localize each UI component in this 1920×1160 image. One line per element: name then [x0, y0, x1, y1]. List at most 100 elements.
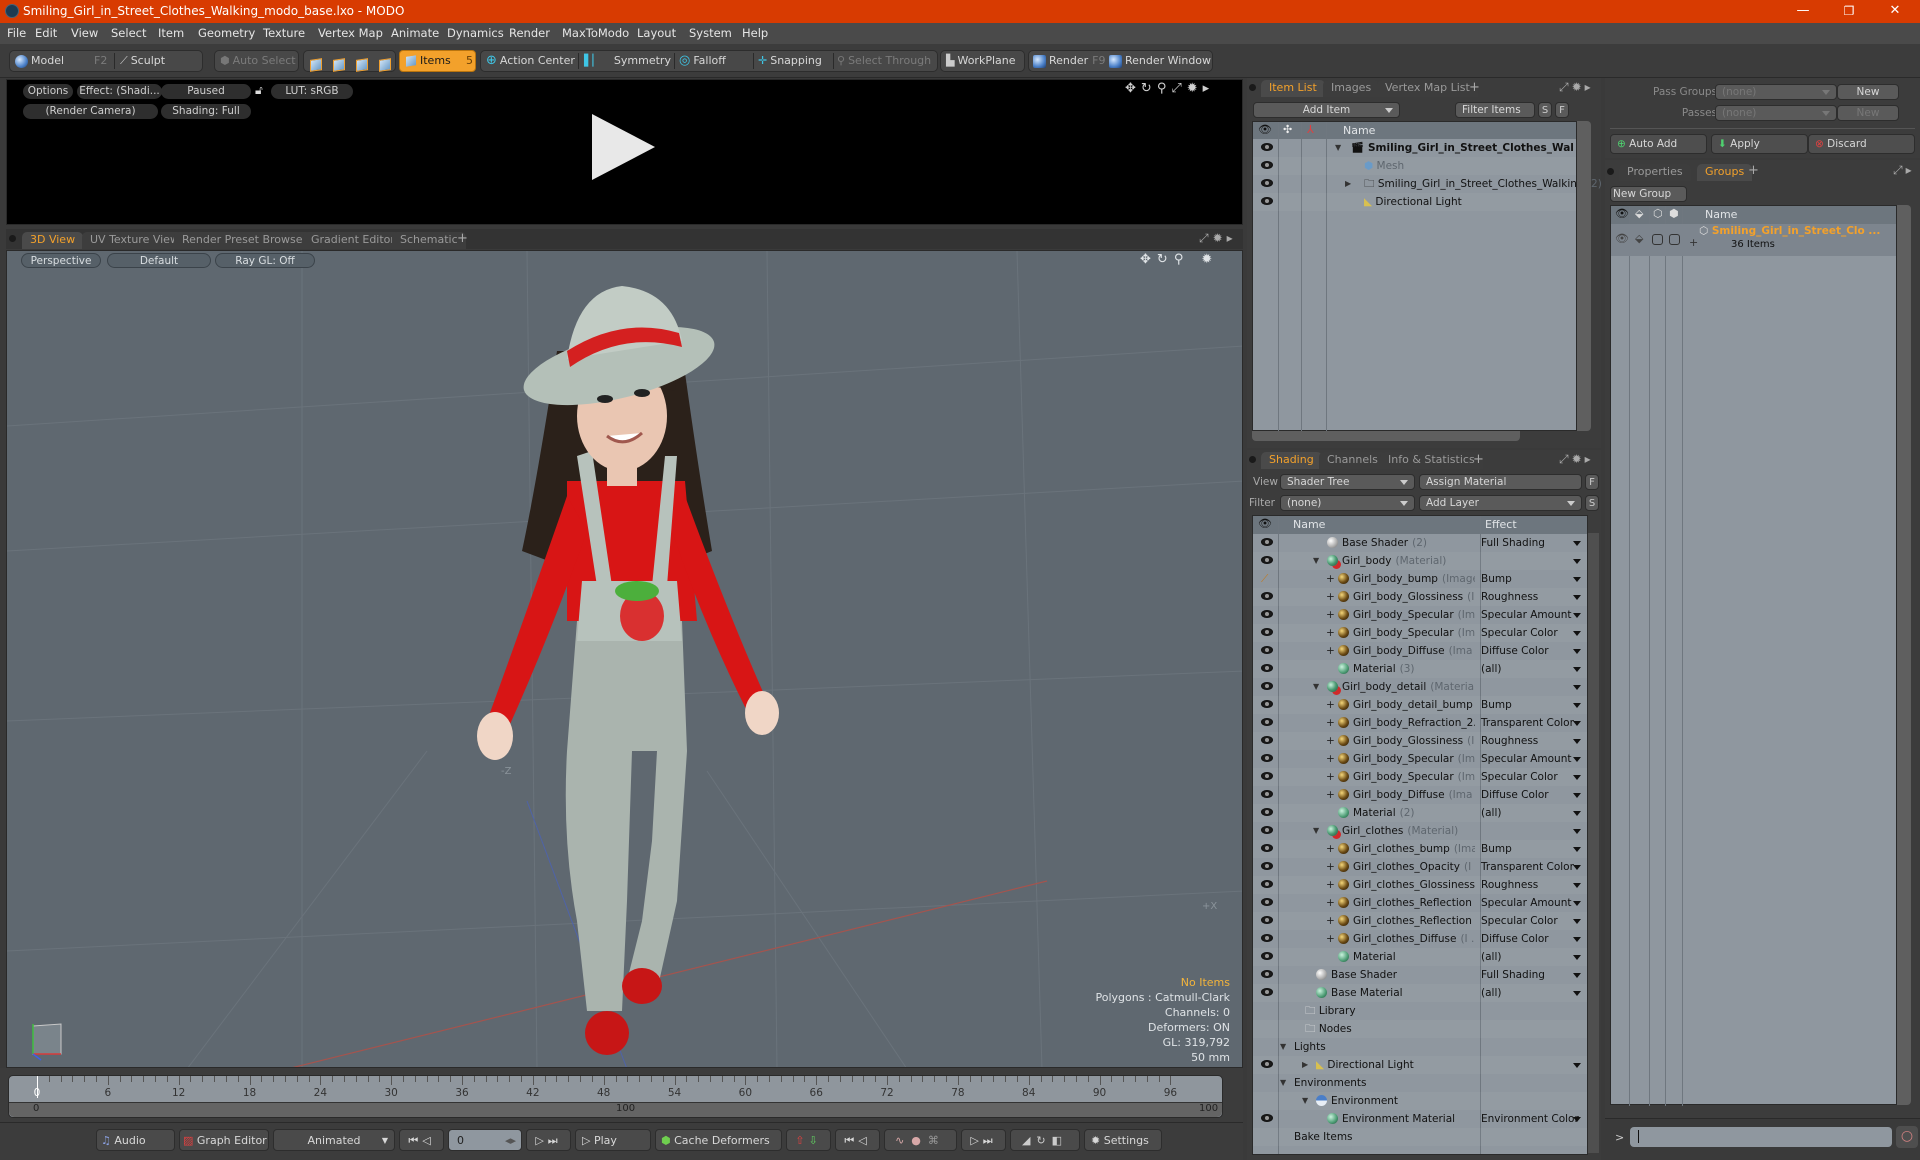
shader-row[interactable]: +Girl_clothes_Glossiness... Roughness [1253, 876, 1587, 894]
expand-icon[interactable]: ▼ [1302, 1092, 1308, 1110]
s-button[interactable]: S [1585, 495, 1599, 511]
eye-icon[interactable] [1261, 628, 1273, 636]
shader-row[interactable]: +Girl_body_Specular(Im ...Specular Color [1253, 624, 1587, 642]
play-render-icon[interactable] [592, 114, 655, 180]
chevron-down-icon[interactable] [1573, 865, 1581, 870]
add-item-dropdown[interactable]: Add Item [1253, 102, 1400, 118]
eye-icon[interactable] [1261, 898, 1273, 906]
filter-dropdown[interactable]: (none) [1280, 495, 1415, 511]
shader-row[interactable]: +Girl_body_Diffuse(Ima ...Diffuse Color [1253, 786, 1587, 804]
shader-row[interactable]: ⟋+Girl_body_bump(Image)Bump [1253, 570, 1587, 588]
tab-groups[interactable]: Groups [1697, 164, 1753, 181]
chevron-down-icon[interactable] [1573, 649, 1581, 654]
eye-icon[interactable] [1261, 538, 1273, 546]
eye-icon[interactable] [1261, 646, 1273, 654]
tab-gradient-editor[interactable]: Gradient Editor [303, 232, 403, 249]
visibility-column-icon[interactable]: 👁︎ [1258, 517, 1272, 530]
eye-icon[interactable] [1261, 592, 1273, 600]
menu-file[interactable]: File [7, 26, 26, 40]
lock-toggle[interactable] [1652, 234, 1663, 245]
effect-dropdown[interactable]: (all) [1481, 948, 1501, 966]
rotate-icon[interactable]: ↻ [1141, 81, 1157, 96]
menu-help[interactable]: Help [742, 26, 768, 40]
chevron-down-icon[interactable] [1573, 775, 1581, 780]
key-cycle-icon[interactable]: ↻ [1036, 1134, 1051, 1147]
tab-channels[interactable]: Channels [1319, 452, 1386, 469]
chevron-down-icon[interactable] [1573, 973, 1581, 978]
add-layer-icon[interactable]: + [1326, 732, 1335, 750]
eye-icon[interactable] [1261, 826, 1273, 834]
effect-dropdown[interactable]: (all) [1481, 804, 1501, 822]
gear-icon[interactable]: ✹ [1572, 452, 1585, 466]
chevron-down-icon[interactable] [1573, 685, 1581, 690]
raygl-dropdown[interactable]: Ray GL: Off [215, 253, 315, 268]
auto-key-icon[interactable]: ∿ [895, 1134, 911, 1147]
chevron-down-icon[interactable] [1573, 721, 1581, 726]
auto-add-button[interactable]: ⊕ Auto Add [1610, 134, 1707, 154]
tab-properties[interactable]: Properties [1619, 164, 1691, 181]
effect-dropdown[interactable]: Specular Amount [1481, 750, 1572, 768]
add-layer-icon[interactable]: + [1326, 696, 1335, 714]
chevron-down-icon[interactable] [1573, 991, 1581, 996]
chevron-down-icon[interactable] [1573, 919, 1581, 924]
gear-icon[interactable]: ✹ [1187, 81, 1203, 96]
menu-render[interactable]: Render [509, 26, 550, 40]
tab-uv-texture-view[interactable]: UV Texture View [82, 232, 187, 249]
shader-row[interactable]: +Girl_body_Specular(Im ...Specular Color [1253, 768, 1587, 786]
fit-icon[interactable]: ⤢ [1171, 81, 1186, 96]
shader-row[interactable]: Base Shader Full Shading [1253, 966, 1587, 984]
key-copy-icon[interactable]: ◧ [1052, 1134, 1068, 1147]
key-erase-icon[interactable]: ◢ [1022, 1134, 1036, 1147]
shader-row[interactable]: ▼ Environment [1253, 1092, 1587, 1110]
expand-icon[interactable]: ▼ [1335, 139, 1341, 157]
add-tab-button[interactable]: + [1748, 163, 1759, 178]
playhead[interactable] [37, 1076, 38, 1098]
materials-mode-button[interactable] [379, 55, 394, 75]
animated-dropdown[interactable]: Animated ▼ [273, 1129, 395, 1151]
add-layer-icon[interactable]: + [1326, 606, 1335, 624]
shader-row[interactable]: ▼ Girl_body_detail(Material) [1253, 678, 1587, 696]
shader-row[interactable]: 🗀︎ Nodes [1253, 1020, 1587, 1038]
chevron-down-icon[interactable] [1573, 1117, 1581, 1122]
zoom-icon[interactable]: ⚲ [1174, 252, 1190, 267]
arrow-right-icon[interactable]: ▸ [1203, 81, 1215, 96]
items-mode-button[interactable]: Items 5 [399, 50, 476, 72]
audio-button[interactable]: ♫ Audio [96, 1129, 175, 1151]
shader-row[interactable]: +Girl_clothes_Diffuse(I ...Diffuse Color [1253, 930, 1587, 948]
shader-row[interactable]: +Girl_body_detail_bump... Bump [1253, 696, 1587, 714]
vertical-scrollbar[interactable] [1577, 121, 1591, 431]
arrow-right-icon[interactable]: ▸ [1585, 80, 1594, 94]
eye-icon[interactable] [1261, 664, 1273, 672]
shader-row[interactable]: +Girl_body_Diffuse(Ima ...Diffuse Color [1253, 642, 1587, 660]
shader-row[interactable]: Base Shader (2) Full Shading [1253, 534, 1587, 552]
chevron-down-icon[interactable] [1573, 883, 1581, 888]
maximize-icon[interactable]: ⤢ [1199, 231, 1213, 245]
first-key-icon[interactable]: ⏮ [844, 1134, 858, 1147]
chevron-down-icon[interactable] [1573, 1063, 1581, 1068]
menu-texture[interactable]: Texture [263, 26, 305, 40]
effect-dropdown[interactable]: Transparent Color [1481, 858, 1574, 876]
view-dropdown[interactable]: Shader Tree [1280, 474, 1415, 490]
visibility-column-icon[interactable]: 👁︎ [1615, 207, 1629, 220]
chevron-down-icon[interactable] [1573, 577, 1581, 582]
eye-icon[interactable] [1261, 682, 1273, 690]
tab-3d-view[interactable]: 3D View [22, 232, 84, 249]
paint-brush-icon[interactable]: ⟋ [1261, 570, 1268, 588]
chevron-down-icon[interactable] [1573, 793, 1581, 798]
assign-material-input[interactable]: Assign Material [1419, 474, 1582, 490]
pass-groups-dropdown[interactable]: (none) [1715, 84, 1837, 100]
chevron-down-icon[interactable] [1573, 811, 1581, 816]
shader-row[interactable]: + Girl_clothes_Opacity (I ... Transparent C… [1253, 858, 1587, 876]
shader-row[interactable]: +Girl_body_Glossiness(I ...Roughness [1253, 732, 1587, 750]
snapping-button[interactable]: ✛ Snapping [758, 51, 822, 71]
model-button[interactable]: Model [15, 51, 64, 71]
chevron-down-icon[interactable] [1573, 703, 1581, 708]
action-center-button[interactable]: ⊕ Action Center [486, 51, 575, 71]
expand-icon[interactable]: ▼ [1280, 1074, 1286, 1092]
collapse-icon[interactable]: ▶ [1302, 1056, 1308, 1074]
effect-dropdown[interactable]: (all) [1481, 660, 1501, 678]
select-through-button[interactable]: ⚲ Select Through [837, 51, 931, 71]
eye-icon[interactable] [1261, 844, 1273, 852]
menu-maxtomodo[interactable]: MaxToModo [562, 26, 629, 40]
new-pass-button[interactable]: New [1837, 105, 1899, 121]
